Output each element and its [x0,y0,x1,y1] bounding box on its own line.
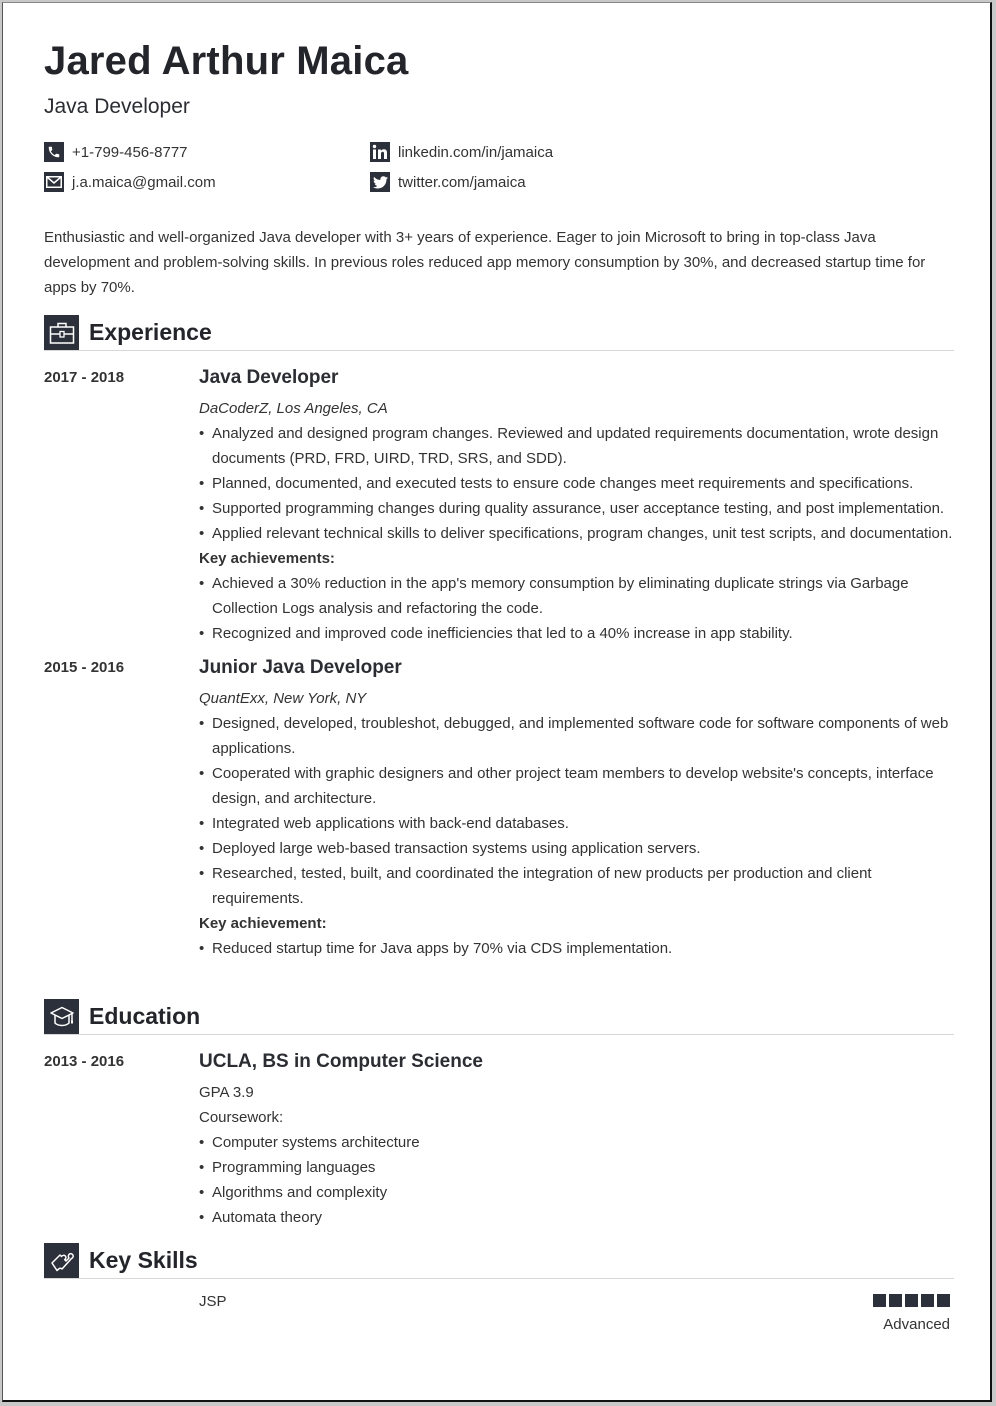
achievement-bullets: Reduced startup time for Java apps by 70… [199,936,959,961]
job-bullet: Deployed large web-based transaction sys… [199,836,959,861]
profile-summary: Enthusiastic and well-organized Java dev… [44,229,926,296]
section-divider [44,350,954,351]
skills-title: Key Skills [89,1247,198,1273]
candidate-name: Jared Arthur Maica [44,39,409,83]
education-entry: UCLA, BS in Computer Science GPA 3.9 Cou… [199,1050,959,1230]
skill-level-dot [905,1294,918,1307]
contact-email: j.a.maica@gmail.com [44,172,216,192]
skill-level-dot [921,1294,934,1307]
education-title: Education [89,1003,201,1029]
contact-phone: +1-799-456-8777 [44,142,188,162]
job-bullet: Cooperated with graphic designers and ot… [199,761,959,811]
twitter-icon [370,172,390,192]
job-bullet: Analyzed and designed program changes. R… [199,421,959,471]
coursework-item: Programming languages [199,1155,959,1180]
education-section-header: Education [44,999,954,1035]
job-company: QuantExx, New York, NY [199,690,367,707]
graduation-cap-icon [44,999,79,1034]
briefcase-icon [44,315,79,350]
job-bullet: Designed, developed, troubleshot, debugg… [199,711,959,761]
linkedin-link[interactable]: linkedin.com/in/jamaica [398,144,553,161]
coursework-list: Computer systems architecture Programmin… [199,1130,959,1230]
twitter-link[interactable]: twitter.com/jamaica [398,174,526,191]
phone-text: +1-799-456-8777 [72,143,188,161]
skill-name: JSP [199,1293,227,1310]
job-dates: 2015 - 2016 [44,659,125,676]
achievement-bullet: Reduced startup time for Java apps by 70… [199,936,959,961]
job-bullets: Designed, developed, troubleshot, debugg… [199,711,959,911]
section-divider [44,1034,954,1035]
experience-section-header: Experience [44,315,954,351]
skills-section-header: Key Skills [44,1243,954,1279]
linkedin-icon [370,142,390,162]
coursework-item: Computer systems architecture [199,1130,959,1155]
job-bullet: Researched, tested, built, and coordinat… [199,861,959,911]
skill-level-label: Advanced [883,1316,950,1333]
skill-level-meter [873,1294,950,1307]
coursework-label: Coursework: [199,1109,284,1126]
achievement-bullet: Achieved a 30% reduction in the app's me… [199,571,959,621]
job-bullet: Supported programming changes during qua… [199,496,959,521]
puzzle-icon [44,1243,79,1278]
education-dates: 2013 - 2016 [44,1053,125,1070]
skill-level-dot [889,1294,902,1307]
job-role: Junior Java Developer [199,657,402,678]
achievements-label: Key achievement: [199,915,327,932]
resume-page: Jared Arthur Maica Java Developer +1-799… [2,2,992,1402]
section-divider [44,1278,954,1279]
job-bullets: Analyzed and designed program changes. R… [199,421,959,546]
gpa: GPA 3.9 [199,1084,254,1101]
coursework-item: Automata theory [199,1205,959,1230]
contact-linkedin: linkedin.com/in/jamaica [370,142,553,162]
skill-level-dot [873,1294,886,1307]
job-dates: 2017 - 2018 [44,369,125,386]
job-bullet: Planned, documented, and executed tests … [199,471,959,496]
achievements-label: Key achievements: [199,550,335,567]
skill-level-dot [937,1294,950,1307]
experience-title: Experience [89,319,212,345]
job-bullet: Integrated web applications with back-en… [199,811,959,836]
achievement-bullet: Recognized and improved code inefficienc… [199,621,959,646]
email-link[interactable]: j.a.maica@gmail.com [72,174,216,191]
achievement-bullets: Achieved a 30% reduction in the app's me… [199,571,959,646]
phone-icon [44,142,64,162]
job-bullet: Applied relevant technical skills to del… [199,521,959,546]
contact-twitter: twitter.com/jamaica [370,172,526,192]
candidate-title: Java Developer [44,95,190,118]
job-entry: Junior Java Developer QuantExx, New York… [199,656,959,961]
job-entry: Java Developer DaCoderZ, Los Angeles, CA… [199,366,959,646]
degree: UCLA, BS in Computer Science [199,1051,483,1072]
job-role: Java Developer [199,367,339,388]
coursework-item: Algorithms and complexity [199,1180,959,1205]
job-company: DaCoderZ, Los Angeles, CA [199,400,388,417]
mail-icon [44,172,64,192]
